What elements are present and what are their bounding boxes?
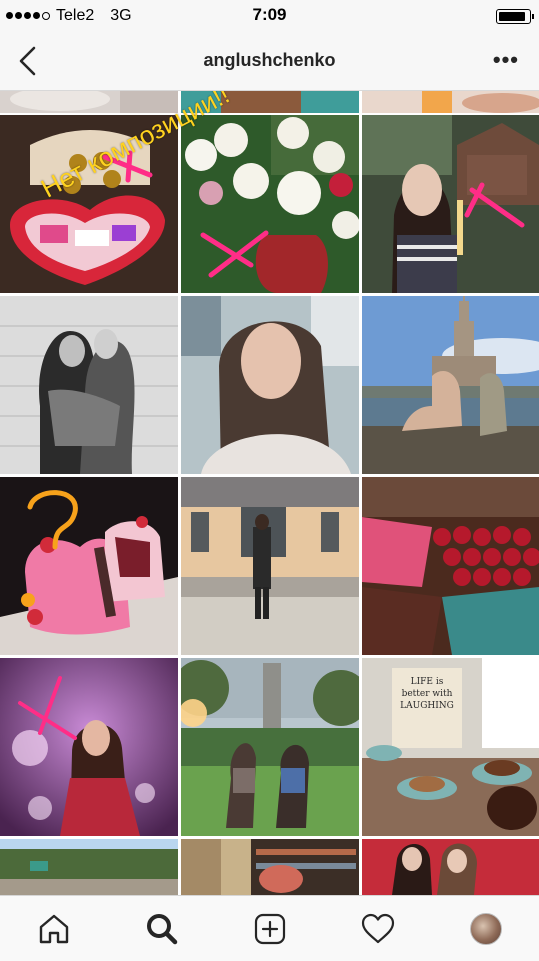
photo-tile[interactable] xyxy=(181,115,359,293)
tab-search[interactable] xyxy=(108,896,216,961)
clock: 7:09 xyxy=(252,5,287,24)
tab-new-post[interactable] xyxy=(216,896,324,961)
heart-icon xyxy=(361,913,395,943)
bottom-tab-bar xyxy=(0,895,539,961)
tab-profile[interactable] xyxy=(432,896,539,961)
ellipsis-icon: ••• xyxy=(492,47,519,72)
home-icon xyxy=(39,914,69,943)
photo-tile[interactable] xyxy=(0,296,178,474)
profile-avatar xyxy=(470,912,502,945)
photo-grid: Нет композиции!! LIFE is better with LAU… xyxy=(0,91,539,895)
photo-tile[interactable] xyxy=(0,477,178,655)
photo-tile[interactable] xyxy=(0,839,178,895)
more-options-button[interactable]: ••• xyxy=(493,49,519,71)
profile-username: anglushchenko xyxy=(203,50,336,70)
photo-tile[interactable] xyxy=(362,477,539,655)
photo-tile[interactable] xyxy=(181,658,359,836)
photo-tile[interactable] xyxy=(181,296,359,474)
tab-home[interactable] xyxy=(0,896,108,961)
photo-tile[interactable] xyxy=(362,296,539,474)
photo-tile[interactable] xyxy=(181,839,359,895)
photo-tile[interactable] xyxy=(0,91,178,113)
photo-tile[interactable] xyxy=(362,91,539,113)
profile-header: anglushchenko ••• xyxy=(0,32,539,91)
add-post-icon xyxy=(254,913,286,944)
photo-tile[interactable] xyxy=(362,839,539,895)
photo-tile[interactable] xyxy=(181,477,359,655)
photo-tile[interactable]: LIFE is better with LAUGHING xyxy=(362,658,539,836)
battery-icon xyxy=(496,9,534,24)
tab-activity[interactable] xyxy=(324,896,432,961)
search-icon xyxy=(147,913,178,944)
photo-tile[interactable] xyxy=(0,658,178,836)
status-bar: Tele2 3G 7:09 xyxy=(0,0,539,32)
pillow-sign-text: LIFE is better with LAUGHING xyxy=(400,677,454,711)
photo-tile[interactable] xyxy=(362,115,539,293)
